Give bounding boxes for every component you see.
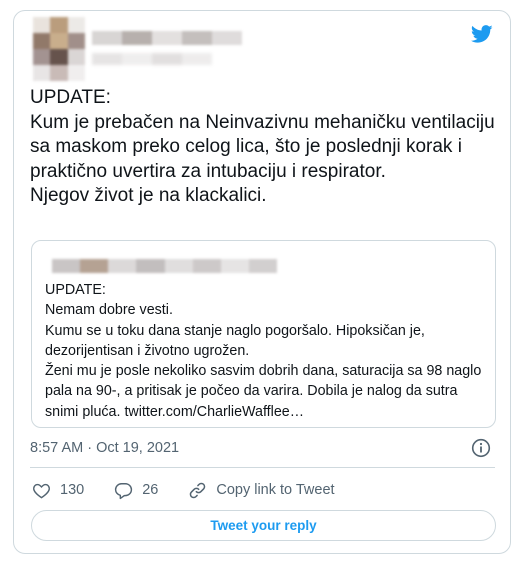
quoted-tweet[interactable]: UPDATE: Nemam dobre vesti. Kumu se u tok… <box>31 240 496 428</box>
reply-bubble-icon <box>115 482 133 499</box>
tweet-timestamp[interactable]: 8:57 AM · Oct 19, 2021 <box>30 440 179 456</box>
reply-count: 26 <box>142 482 159 498</box>
heart-icon <box>33 483 50 498</box>
author-name-blurred[interactable] <box>92 31 242 45</box>
quoted-tweet-text: UPDATE: Nemam dobre vesti. Kumu se u tok… <box>45 282 482 420</box>
link-icon <box>190 482 206 498</box>
author-handle-blurred <box>92 53 212 65</box>
info-icon[interactable] <box>471 438 491 458</box>
copy-link-button[interactable]: Copy link to Tweet <box>188 481 335 500</box>
tweet-card: UPDATE: Kum je prebačen na Neinvazivnu m… <box>13 10 511 554</box>
copy-link-label: Copy link to Tweet <box>216 482 335 498</box>
tweet-text: UPDATE: Kum je prebačen na Neinvazivnu m… <box>30 87 495 206</box>
tweet-actions: 130 26 Copy link to Tweet <box>32 478 365 502</box>
twitter-bird-icon[interactable] <box>470 23 494 45</box>
author-avatar[interactable] <box>33 17 85 81</box>
like-button[interactable]: 130 <box>32 481 84 500</box>
reply-button[interactable]: 26 <box>114 481 158 500</box>
tweet-your-reply-button[interactable]: Tweet your reply <box>31 510 496 541</box>
quoted-author-blurred <box>52 259 277 273</box>
divider <box>30 467 495 468</box>
like-count: 130 <box>60 482 85 498</box>
